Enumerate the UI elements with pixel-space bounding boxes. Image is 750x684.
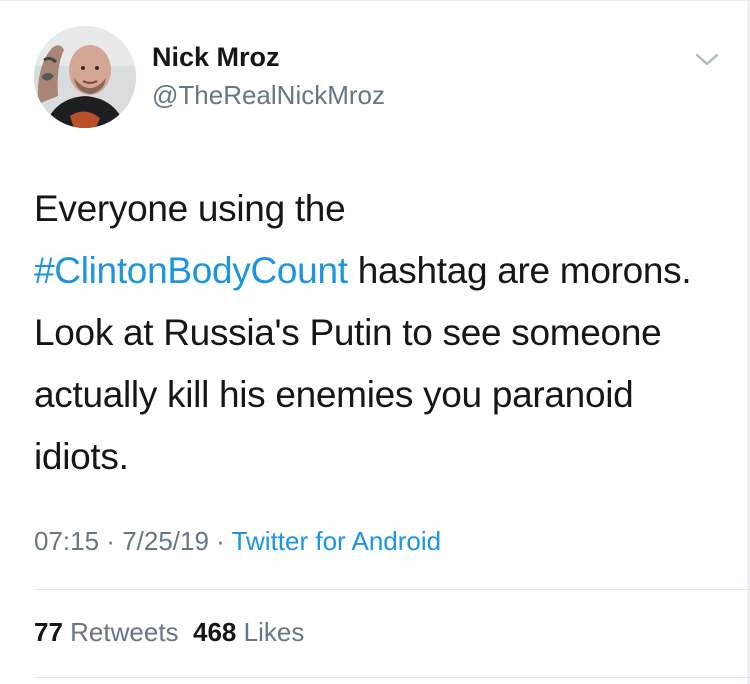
likes-count: 468 (193, 617, 237, 647)
tweet-stats: 77 Retweets 468 Likes (34, 617, 304, 648)
user-name[interactable]: Nick Mroz (152, 42, 280, 73)
retweets-stat[interactable]: 77 Retweets (34, 617, 179, 647)
user-handle[interactable]: @TheRealNickMroz (152, 80, 385, 111)
avatar[interactable] (34, 26, 136, 128)
chevron-down-icon (695, 53, 719, 66)
likes-label: Likes (243, 617, 305, 647)
tweet-text: Everyone using the #ClintonBodyCount has… (34, 178, 724, 488)
tweet-source-link[interactable]: Twitter for Android (232, 526, 442, 556)
likes-stat[interactable]: 468 Likes (193, 617, 304, 647)
tweet-date: 7/25/19 (122, 526, 209, 556)
tweet-card: Nick Mroz @TheRealNickMroz Everyone usin… (0, 0, 750, 684)
retweets-count: 77 (34, 617, 63, 647)
retweets-label: Retweets (70, 617, 179, 647)
tweet-text-before: Everyone using the (34, 188, 346, 229)
divider (34, 589, 750, 590)
avatar-photo (34, 26, 136, 128)
tweet-time: 07:15 (34, 526, 100, 556)
hashtag-link[interactable]: #ClintonBodyCount (34, 250, 348, 291)
tweet-metadata: 07:15 · 7/25/19 · Twitter for Android (34, 526, 441, 557)
more-options-button[interactable] (694, 50, 720, 70)
divider (34, 677, 750, 678)
meta-separator: · (99, 526, 123, 556)
meta-separator: · (208, 526, 232, 556)
